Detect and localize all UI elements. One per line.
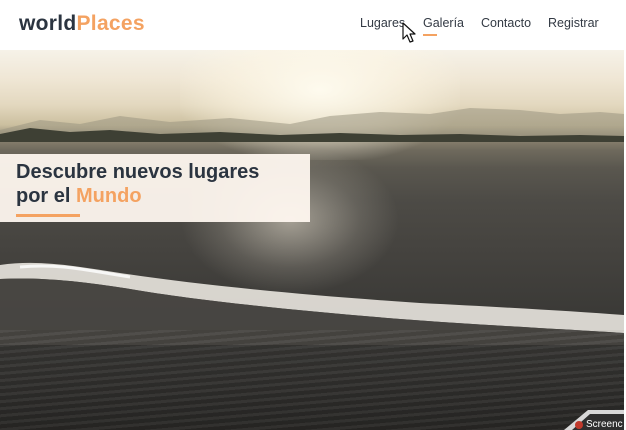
- record-dot-icon: [575, 421, 583, 429]
- hero-title-prefix: por el: [16, 185, 71, 207]
- hero-banner: Descubre nuevos lugares por el Mundo Scr…: [0, 50, 624, 430]
- hero-title-line-2: por el Mundo: [16, 185, 142, 208]
- site-header: worldPlaces Lugares Galería Contacto Reg…: [0, 0, 626, 50]
- site-logo[interactable]: worldPlaces: [19, 12, 145, 36]
- mouse-cursor-icon: [402, 22, 416, 43]
- hero-title-accent: Mundo: [76, 185, 142, 207]
- logo-part-places: Places: [76, 12, 145, 35]
- hero-title-line-1: Descubre nuevos lugares: [16, 161, 260, 183]
- distant-hills: [0, 108, 624, 142]
- screencast-label: Screenc: [586, 419, 623, 430]
- nav-item-lugares[interactable]: Lugares: [360, 16, 405, 30]
- nav-item-contacto[interactable]: Contacto: [481, 16, 531, 30]
- nav-item-galeria[interactable]: Galería: [423, 16, 464, 36]
- logo-part-world: world: [19, 12, 77, 35]
- hero-title-underline: [16, 214, 80, 217]
- water-texture: [0, 330, 624, 430]
- hero-title-box: Descubre nuevos lugares por el Mundo: [0, 154, 310, 222]
- nav-item-registrar[interactable]: Registrar: [548, 16, 599, 30]
